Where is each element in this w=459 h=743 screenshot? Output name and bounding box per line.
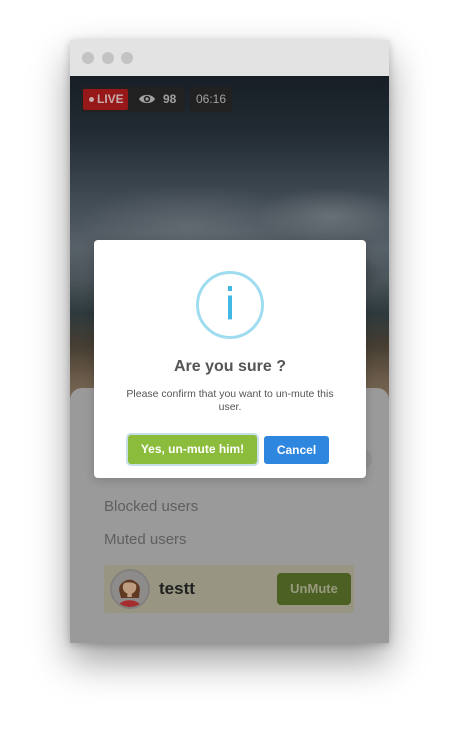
dialog-message: Please confirm that you want to un-mute … — [126, 388, 334, 413]
info-icon: i — [196, 271, 264, 339]
window-titlebar — [70, 40, 389, 76]
window-close-dot[interactable] — [82, 52, 94, 64]
info-glyph: i — [223, 279, 237, 330]
cancel-button[interactable]: Cancel — [264, 436, 329, 464]
window-minimize-dot[interactable] — [102, 52, 114, 64]
confirm-unmute-button[interactable]: Yes, un-mute him! — [128, 435, 257, 464]
confirm-dialog: i Are you sure ? Please confirm that you… — [94, 240, 366, 478]
dialog-title: Are you sure ? — [173, 358, 287, 375]
window-maximize-dot[interactable] — [121, 52, 133, 64]
